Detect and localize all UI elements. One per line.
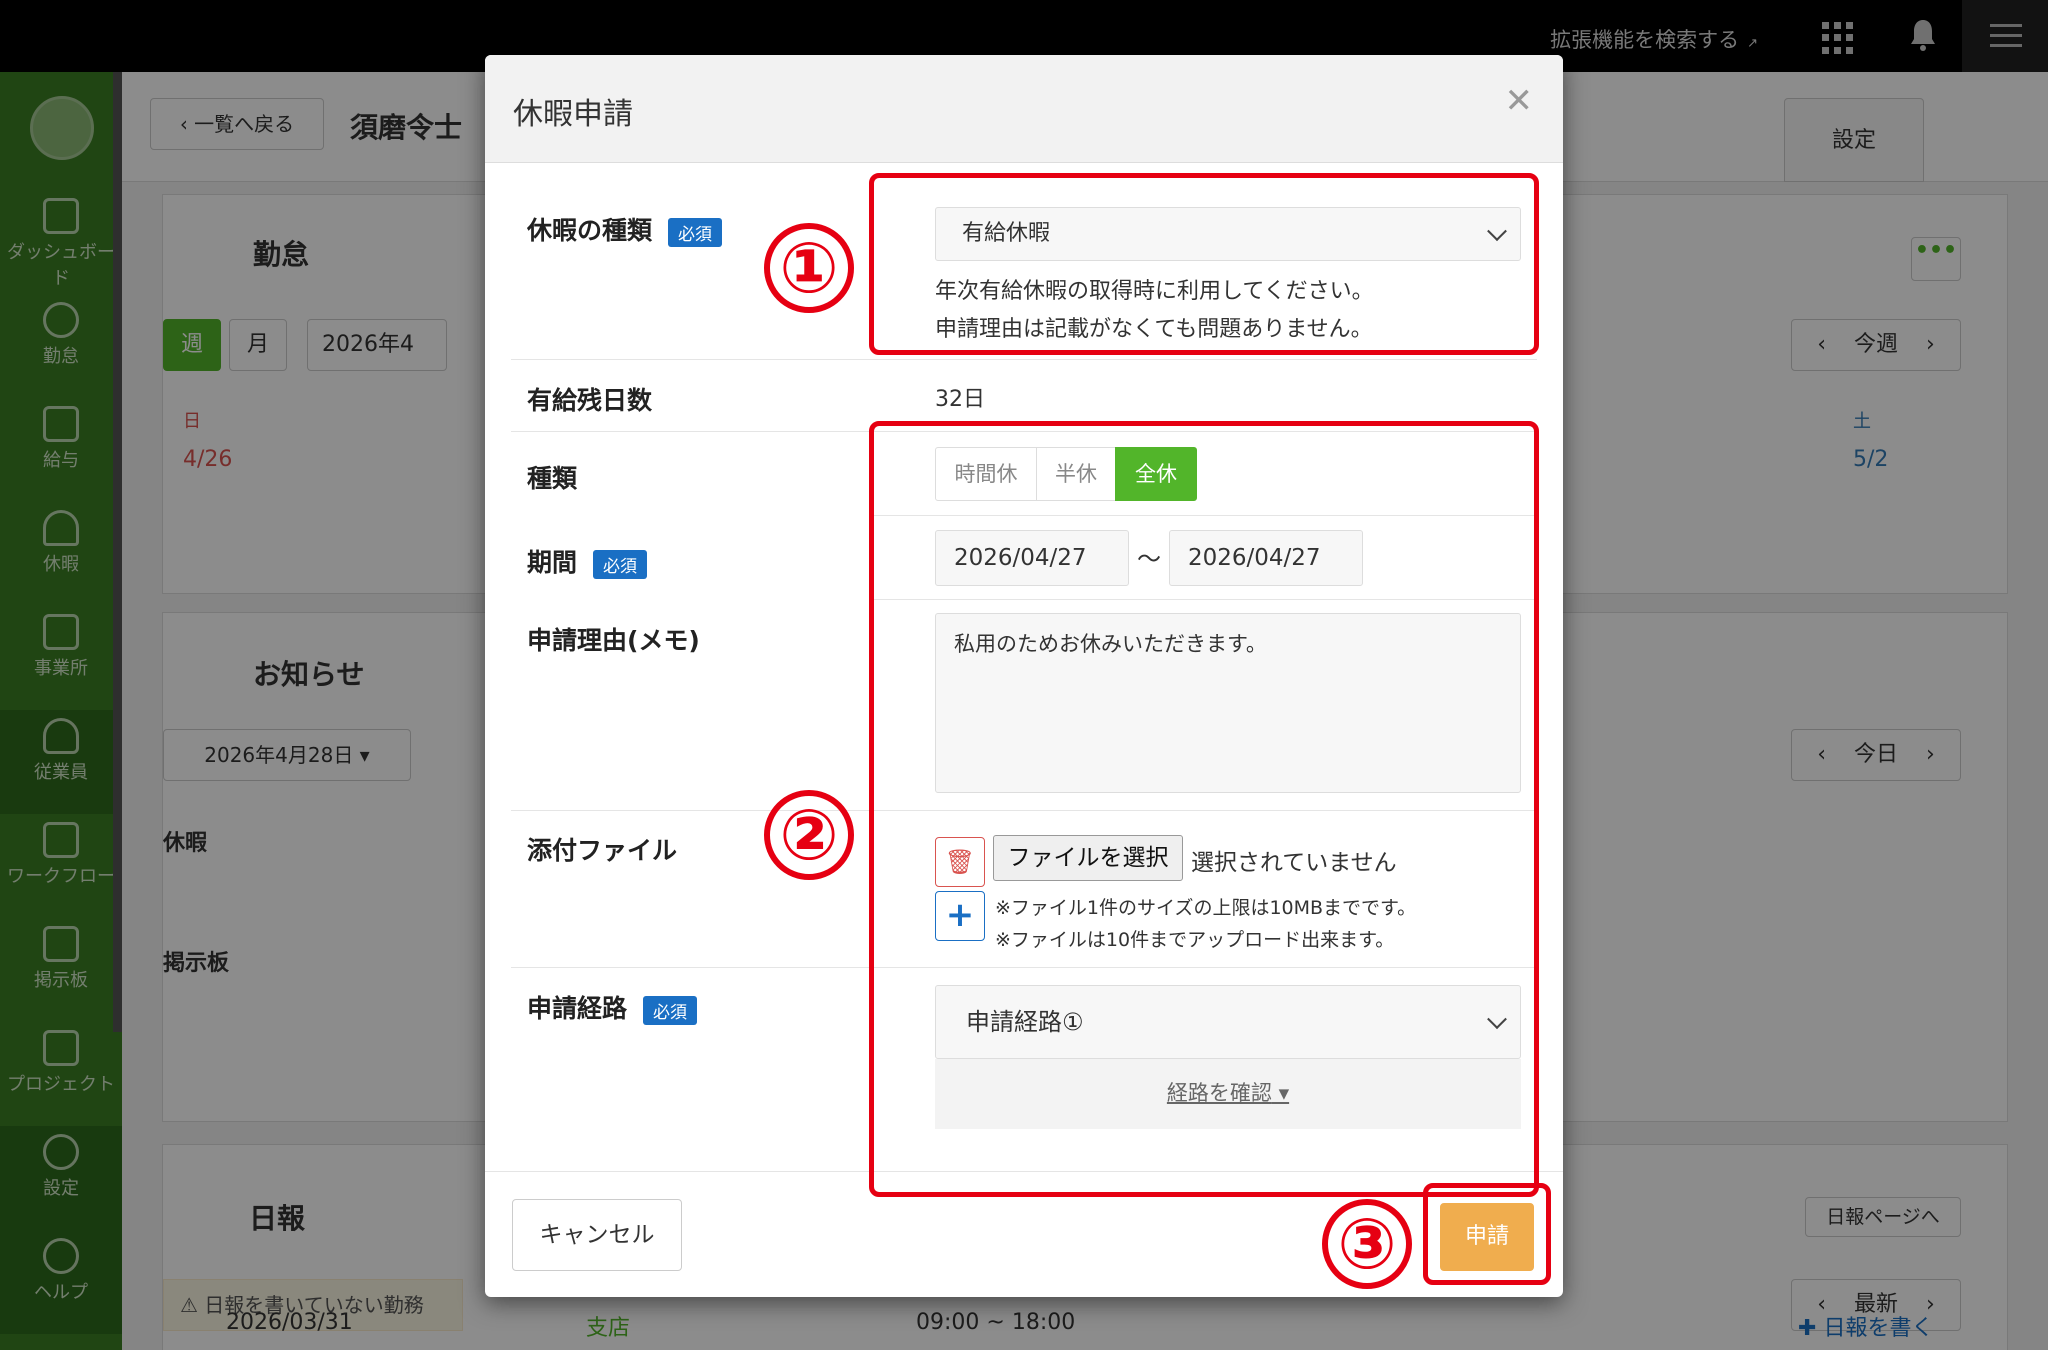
required-badge: 必須 — [593, 549, 648, 579]
period-text: 期間 — [527, 548, 578, 577]
attach-label: 添付ファイル — [527, 836, 678, 865]
annotation-box-3 — [1423, 1183, 1551, 1285]
reason-label: 申請理由(メモ) — [527, 626, 700, 655]
annotation-number-1: ① — [764, 223, 854, 313]
route-text: 申請経路 — [527, 994, 628, 1023]
annotation-box-2 — [869, 421, 1539, 1197]
required-badge: 必須 — [668, 217, 723, 247]
leave-request-modal: 休暇申請 ✕ 休暇の種類 必須 有給休暇 年次有給休暇の取得時に利用してください。… — [485, 55, 1563, 1297]
kind-label: 種類 — [527, 464, 578, 493]
modal-header: 休暇申請 ✕ — [485, 55, 1563, 163]
close-icon[interactable]: ✕ — [1505, 81, 1534, 121]
paid-remaining-label: 有給残日数 — [527, 386, 653, 415]
annotation-box-1 — [869, 173, 1539, 355]
cancel-button[interactable]: キャンセル — [512, 1199, 682, 1271]
required-badge: 必須 — [643, 995, 698, 1025]
leave-type-text: 休暇の種類 — [527, 216, 653, 245]
annotation-number-2: ② — [764, 790, 854, 880]
modal-title: 休暇申請 — [513, 97, 633, 132]
annotation-number-3: ③ — [1322, 1199, 1412, 1289]
leave-type-label: 休暇の種類 必須 — [527, 211, 723, 247]
route-label: 申請経路 必須 — [527, 989, 698, 1025]
period-label: 期間 必須 — [527, 543, 648, 579]
divider — [511, 359, 1537, 360]
paid-remaining-value: 32日 — [935, 387, 985, 412]
